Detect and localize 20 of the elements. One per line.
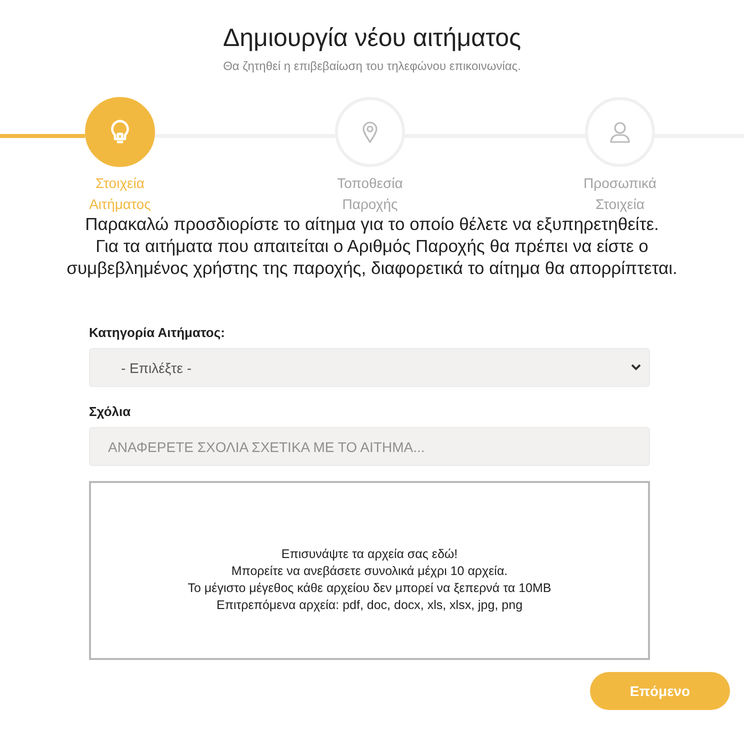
drop-zone-text: Το μέγιστο μέγεθος κάθε αρχείου δεν μπορεί να ξεπερνά τα 10MB [188, 580, 552, 596]
lightbulb-icon [109, 119, 131, 145]
step-label: Τοποθεσία Παροχής [336, 174, 404, 214]
location-pin-icon [362, 121, 378, 143]
step-label: Προσωπικά Στοιχεία [582, 174, 658, 214]
drop-zone-text: Επιτρεπόμενα αρχεία: pdf, doc, docx, xls, xlsx, jpg, png [216, 596, 523, 614]
field-label: Σχόλια [89, 404, 132, 419]
page-subtitle: Θα ζητηθεί η επιβεβαίωση του τηλεφώνου επικοινωνίας. [223, 59, 521, 73]
instruction-text: Για τα αιτήματα που απαιτείται ο Αριθμός Παροχής θα πρέπει να είστε ο συμβεβλημένος χρήστης της παροχής, διαφορετικά το αίτημα θα απορρίπτεται. [66, 235, 678, 279]
drop-zone-text: Επισυνάψτε τα αρχεία σας εδώ! [281, 546, 458, 562]
page-title: Δημιουργία νέου αιτήματος [222, 24, 522, 53]
field-label: Κατηγορία Αιτήματος: [89, 325, 226, 340]
category-dropdown[interactable]: - Επιλέξτε - [89, 348, 650, 387]
file-drop-zone[interactable]: Επισυνάψτε τα αρχεία σας εδώ! Μπορείτε να ανεβάσετε συνολικά μέχρι 10 αρχεία. Το μέγιστο μέγεθος κάθε αρχείου δεν μπορεί να ξεπερνά τα 10MB Επιτρεπόμενα αρχεία: pdf, doc, docx, xls, xlsx, jpg, png [89, 481, 650, 660]
instruction-text: Παρακαλώ προσδιορίστε το αίτημα για το οποίο θέλετε να εξυπηρετηθείτε. [84, 213, 660, 235]
comments-field[interactable]: ΑΝΑΦΕΡΕΤΕ ΣΧΟΛΙΑ ΣΧΕΤΙΚΑ ΜΕ ΤΟ ΑΙΤΗΜΑ... [89, 427, 650, 466]
chevron-down-icon [631, 364, 641, 371]
drop-zone-text: Μπορείτε να ανεβάσετε συνολικά μέχρι 10 αρχεία. [231, 562, 508, 580]
person-icon [609, 121, 631, 143]
step-label: Στοιχεία Αιτήματος [88, 174, 152, 214]
